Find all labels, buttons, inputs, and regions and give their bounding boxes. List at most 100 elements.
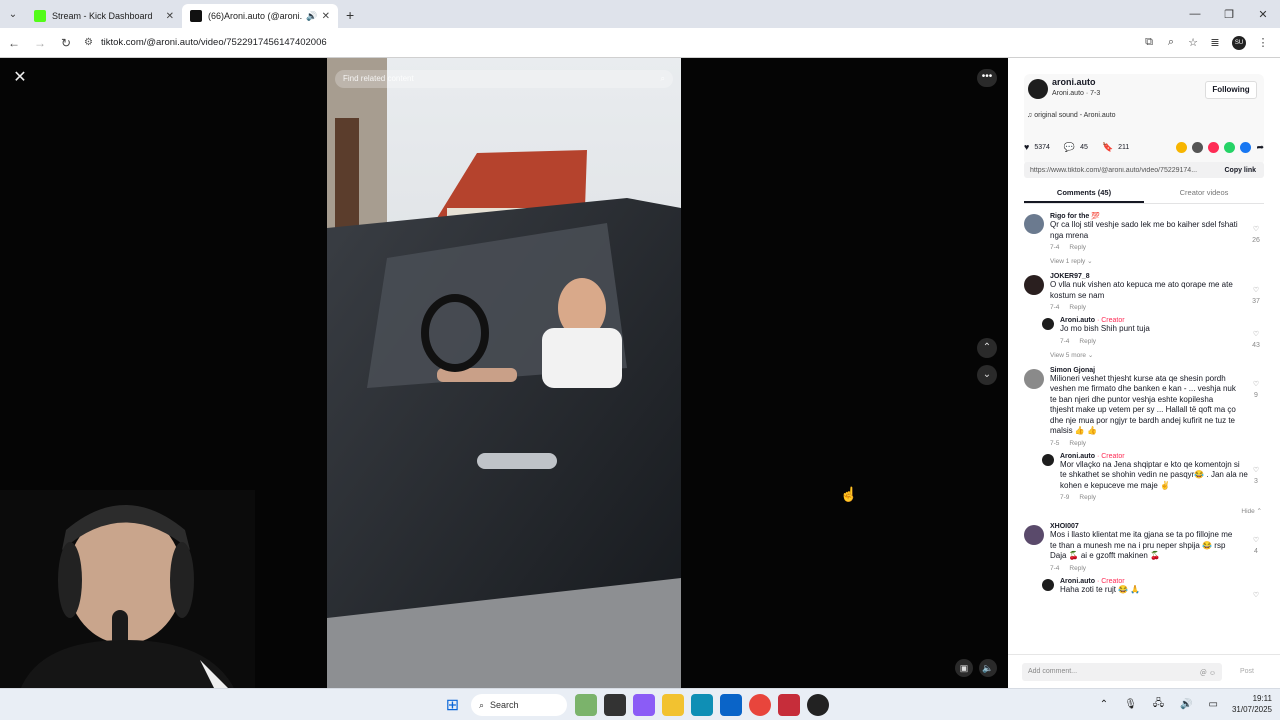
close-window-icon[interactable]: ✕ (1246, 8, 1280, 21)
back-icon[interactable]: ← (2, 36, 26, 50)
menu-dots-icon[interactable]: ⋮ (1252, 36, 1274, 49)
share-send-icon[interactable] (1208, 141, 1220, 153)
comment-username[interactable]: Rigo for the 💯 (1050, 212, 1268, 220)
app-dark-icon[interactable] (806, 694, 829, 716)
comment-username[interactable]: Aroni.auto (1060, 578, 1095, 585)
share-facebook-icon[interactable] (1240, 141, 1252, 153)
comment-like-button[interactable]: ♡ 26 (1250, 224, 1262, 246)
hide-replies-button[interactable]: Hide ⌃ (1024, 507, 1262, 515)
commenter-avatar[interactable] (1042, 578, 1054, 591)
share-whatsapp-icon[interactable] (1224, 141, 1236, 153)
video-player[interactable]: Find related content ⌕ (327, 58, 681, 688)
new-tab-icon[interactable]: + (346, 7, 354, 23)
commenter-avatar[interactable] (1024, 275, 1044, 295)
cast-icon[interactable]: ⧉ (1138, 36, 1160, 49)
microphone-icon[interactable]: 🎙 (1124, 699, 1137, 710)
reply-button[interactable]: Reply (1079, 338, 1096, 345)
share-arrow-icon[interactable]: ➦ (1256, 142, 1264, 153)
taskbar-search[interactable]: ⌕ Search (471, 694, 567, 716)
sound-link[interactable]: ♫ original sound - Aroni.auto (1027, 112, 1116, 119)
author-subtitle: Aroni.auto · 7-3 (1052, 90, 1101, 97)
comment-stat[interactable]: 💬 45 (1064, 142, 1088, 153)
view-replies-button[interactable]: View 1 reply ⌄ (1050, 257, 1268, 265)
comment-username[interactable]: Simon Gjonaj (1050, 367, 1268, 374)
share-embed-icon[interactable] (1192, 141, 1204, 153)
save-stat[interactable]: 🔖 211 (1102, 142, 1129, 153)
speaker-icon[interactable]: 🔊 (1180, 699, 1192, 710)
taskbar-clock[interactable]: 19:11 31/07/2025 (1232, 693, 1272, 715)
comment-like-button[interactable]: ♡ (1250, 590, 1262, 601)
following-button[interactable]: Following (1205, 81, 1257, 99)
copy-link-button[interactable]: Copy link (1216, 167, 1264, 174)
search-icon[interactable]: ⌕ (661, 74, 665, 84)
comment-like-button[interactable]: ♡ 37 (1250, 285, 1262, 307)
battery-icon[interactable]: ▭ (1209, 699, 1218, 710)
tab-comments[interactable]: Comments (45) (1024, 186, 1144, 203)
find-related-search[interactable]: Find related content ⌕ (335, 70, 673, 88)
comment-like-button[interactable]: ♡ 4 (1250, 535, 1262, 557)
comment-like-button[interactable]: ♡ 43 (1250, 329, 1262, 351)
outlook-icon[interactable] (719, 694, 742, 716)
widgets-icon[interactable] (574, 694, 597, 716)
file-explorer-icon[interactable] (661, 694, 684, 716)
video-link[interactable]: https://www.tiktok.com/@aroni.auto/video… (1030, 167, 1216, 174)
comment-username[interactable]: XHOI007 (1050, 523, 1268, 530)
tray-chevron-icon[interactable]: ⌃ (1100, 699, 1108, 710)
add-comment-input[interactable]: Add comment... ＠ ☺ (1022, 662, 1222, 681)
commenter-avatar[interactable] (1024, 525, 1044, 545)
comment-username[interactable]: Aroni.auto (1060, 453, 1095, 460)
app-red-icon[interactable] (777, 694, 800, 716)
more-options-icon[interactable]: ••• (977, 69, 997, 87)
tab-creator-videos[interactable]: Creator videos (1144, 186, 1264, 203)
bookmark-star-icon[interactable]: ☆ (1182, 36, 1204, 49)
tab-tiktok[interactable]: (66)Aroni.auto (@aroni.auto 🔊 ✕ (182, 4, 338, 28)
reload-icon[interactable]: ↻ (54, 36, 78, 50)
reply-button[interactable]: Reply (1069, 565, 1086, 572)
address-bar: ← → ↻ ⚙ tiktok.com/@aroni.auto/video/752… (0, 28, 1280, 58)
tab-kick-dashboard[interactable]: Stream - Kick Dashboard ✕ (26, 4, 182, 28)
task-view-icon[interactable] (603, 694, 626, 716)
url-field[interactable]: ⚙ tiktok.com/@aroni.auto/video/752291745… (84, 32, 1138, 54)
mention-emoji-icons[interactable]: ＠ ☺ (1200, 668, 1216, 677)
previous-video-icon[interactable]: ⌃ (977, 338, 997, 358)
media-control-icon[interactable]: ≣ (1204, 36, 1226, 49)
close-tab-icon[interactable]: ✕ (166, 11, 174, 22)
reply-button[interactable]: Reply (1069, 244, 1086, 251)
speaker-icon[interactable]: 🔊 (306, 11, 317, 22)
commenter-avatar[interactable] (1042, 453, 1054, 466)
commenter-avatar[interactable] (1042, 318, 1054, 330)
comment-username[interactable]: Aroni.auto (1060, 317, 1095, 324)
copilot-icon[interactable] (632, 694, 655, 716)
chrome-icon[interactable] (748, 694, 771, 716)
commenter-avatar[interactable] (1024, 368, 1044, 389)
view-more-replies-button[interactable]: View 5 more ⌄ (1050, 351, 1268, 359)
pip-icon[interactable]: ▣ (955, 659, 973, 677)
tab-search-icon[interactable]: ⌄ (0, 0, 26, 28)
comment-username[interactable]: JOKER97_8 (1050, 273, 1268, 280)
next-video-icon[interactable]: ⌄ (977, 365, 997, 385)
reply-button[interactable]: Reply (1069, 304, 1086, 311)
restore-icon[interactable]: ❐ (1212, 8, 1246, 21)
comment-text: Milioneri veshet thjesht kurse ata qe sh… (1050, 373, 1236, 436)
forward-icon[interactable]: → (28, 36, 52, 50)
zoom-icon[interactable]: ⌕ (1160, 36, 1182, 49)
site-info-icon[interactable]: ⚙ (84, 37, 93, 48)
edge-icon[interactable] (690, 694, 713, 716)
volume-icon[interactable]: 🔈 (979, 659, 997, 677)
comment-like-button[interactable]: ♡ 3 (1250, 465, 1262, 487)
commenter-avatar[interactable] (1024, 214, 1044, 234)
network-icon[interactable]: 🖧 (1153, 696, 1164, 713)
close-tab-icon[interactable]: ✕ (322, 11, 330, 22)
post-button[interactable]: Post (1240, 668, 1254, 675)
author-username[interactable]: aroni.auto (1052, 77, 1096, 87)
profile-avatar[interactable]: SU (1232, 35, 1246, 50)
author-avatar[interactable] (1028, 79, 1048, 99)
comment-like-button[interactable]: ♡ 9 (1250, 379, 1262, 401)
minimize-icon[interactable]: — (1178, 8, 1212, 20)
reply-button[interactable]: Reply (1069, 440, 1086, 447)
like-stat[interactable]: ♥ 5374 (1024, 142, 1050, 152)
close-viewer-icon[interactable]: ✕ (10, 68, 30, 88)
reply-button[interactable]: Reply (1079, 494, 1096, 501)
share-coin-icon[interactable] (1176, 141, 1188, 153)
start-windows-icon[interactable]: ⊞ (442, 694, 464, 716)
